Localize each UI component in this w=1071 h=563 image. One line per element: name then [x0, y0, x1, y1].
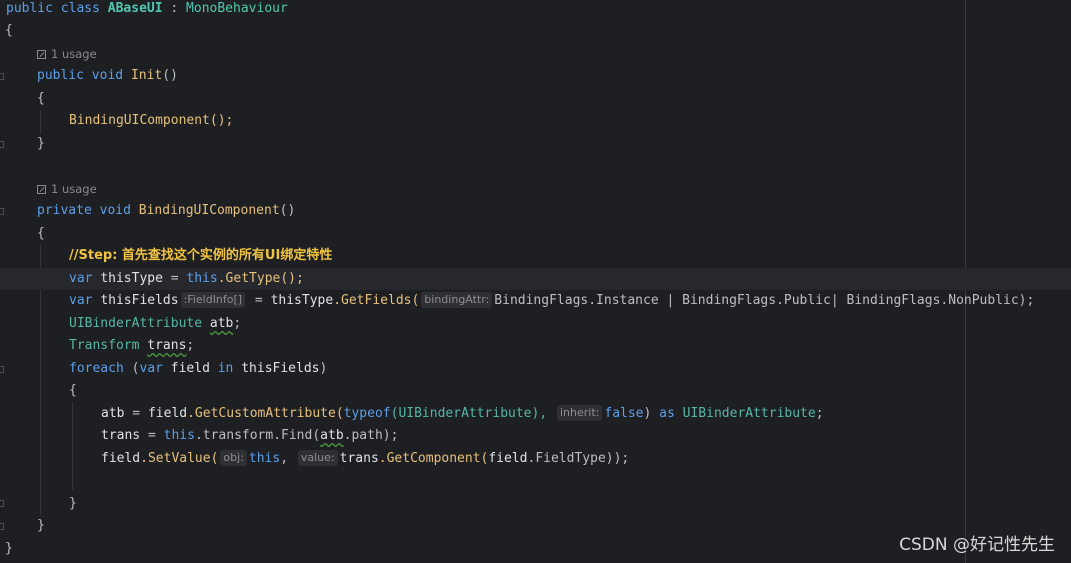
keyword: this: [163, 428, 195, 443]
keyword: in: [217, 361, 234, 376]
variable: atb: [209, 316, 234, 331]
indent-guide: [40, 110, 41, 134]
fold-marker-icon[interactable]: [0, 500, 4, 507]
variable: trans: [339, 451, 379, 466]
variable: trans: [147, 338, 187, 353]
inlay-type-hint[interactable]: :FieldInfo[]: [180, 292, 246, 308]
code-line-init-decl[interactable]: public void Init(): [37, 65, 1071, 87]
variable: field: [147, 406, 188, 421]
variable: thisType: [100, 271, 163, 286]
code-line-comment[interactable]: //Step: 首先查找这个实例的所有UI绑定特性: [69, 245, 1071, 267]
type-name: (UIBinderAttribute),: [390, 406, 548, 421]
code-line-trans[interactable]: Transform trans;: [69, 335, 1071, 357]
method-call: .GetFields(: [333, 293, 420, 308]
variable: thisFields: [241, 361, 320, 376]
keyword: this: [186, 271, 218, 286]
fold-marker-icon[interactable]: [0, 523, 4, 530]
code-line-init-call[interactable]: BindingUIComponent();: [69, 110, 1071, 132]
variable: field: [170, 361, 210, 376]
code-line-class-decl[interactable]: public class ABaseUI : MonoBehaviour: [6, 0, 1071, 20]
code-line-find[interactable]: trans = this.transform.Find(atb.path);: [101, 425, 1071, 447]
variable: atb: [320, 428, 344, 443]
keyword: typeof: [343, 406, 391, 421]
inlay-param-hint[interactable]: value:: [297, 450, 338, 466]
colon: :: [162, 1, 187, 16]
keyword: false: [604, 406, 644, 421]
comment: //Step: 首先查找这个实例的所有UI绑定特性: [69, 248, 333, 263]
code-line[interactable]: }: [69, 493, 1071, 515]
variable: atb: [101, 406, 125, 421]
class-name: ABaseUI: [107, 1, 163, 16]
keyword: void: [99, 203, 131, 218]
code-line-thisfields[interactable]: var thisFields:FieldInfo[] = thisType.Ge…: [69, 290, 1071, 312]
method-call: .GetCustomAttribute(: [187, 406, 344, 421]
fold-marker-icon[interactable]: [0, 208, 4, 215]
fold-marker-icon[interactable]: [0, 366, 4, 373]
keyword: as: [659, 406, 675, 421]
keyword: var: [139, 361, 163, 376]
keyword: this: [248, 451, 281, 466]
usage-hint[interactable]: 1 usage: [37, 178, 97, 200]
variable: thisType: [270, 293, 334, 308]
fold-marker-icon[interactable]: [0, 141, 4, 148]
keyword: private: [37, 203, 92, 218]
keyword: foreach: [69, 361, 124, 376]
code-line[interactable]: {: [69, 380, 1071, 402]
method-call: .GetComponent(: [378, 451, 489, 466]
method-call: BindingUIComponent();: [69, 113, 234, 128]
fold-marker-icon[interactable]: [0, 73, 4, 80]
type-name: UIBinderAttribute: [682, 406, 816, 421]
usage-hint[interactable]: 1 usage: [37, 43, 97, 65]
variable: field: [488, 451, 528, 466]
code-line-atb[interactable]: UIBinderAttribute atb;: [69, 313, 1071, 335]
code-line-binding-decl[interactable]: private void BindingUIComponent(): [37, 200, 1071, 222]
keyword: var: [69, 293, 93, 308]
inlay-param-hint[interactable]: obj:: [220, 450, 247, 466]
indent-guide: [72, 402, 73, 490]
variable: thisFields: [100, 293, 179, 308]
code-line-current[interactable]: var thisType = this.GetType();: [0, 268, 1071, 290]
method-call: .SetValue(: [140, 451, 219, 466]
keyword: class: [60, 1, 100, 16]
code-line-foreach[interactable]: foreach (var field in thisFields): [69, 358, 1071, 380]
usage-link-icon: [37, 185, 46, 194]
variable: trans: [101, 428, 141, 443]
arguments: BindingFlags.Instance | BindingFlags.Pub…: [494, 293, 1035, 308]
inlay-param-hint[interactable]: bindingAttr:: [421, 292, 493, 308]
method-call: .GetType();: [217, 271, 304, 286]
code-line[interactable]: {: [5, 20, 1071, 42]
keyword: void: [91, 68, 124, 83]
keyword: public: [6, 1, 53, 16]
inlay-param-hint[interactable]: inherit:: [557, 405, 603, 421]
base-class: MonoBehaviour: [186, 1, 288, 16]
type-name: Transform: [69, 338, 140, 353]
code-line[interactable]: }: [37, 133, 1071, 155]
keyword: public: [37, 68, 84, 83]
keyword: var: [69, 271, 93, 286]
type-name: UIBinderAttribute: [69, 316, 203, 331]
watermark: CSDN @好记性先生: [899, 535, 1055, 555]
variable: field: [101, 451, 141, 466]
method-name: BindingUIComponent: [138, 203, 280, 218]
usage-link-icon: [37, 50, 46, 59]
code-line[interactable]: {: [37, 223, 1071, 245]
method-call: .transform.Find(: [194, 428, 321, 443]
code-editor[interactable]: public class ABaseUI : MonoBehaviour { 1…: [0, 0, 1071, 563]
code-line[interactable]: {: [37, 88, 1071, 110]
code-line-setvalue[interactable]: field.SetValue(obj: this, value: trans.Get…: [101, 448, 1071, 470]
code-line-getattr[interactable]: atb = field.GetCustomAttribute(typeof(UI…: [101, 403, 1071, 425]
method-name: Init: [130, 68, 163, 83]
